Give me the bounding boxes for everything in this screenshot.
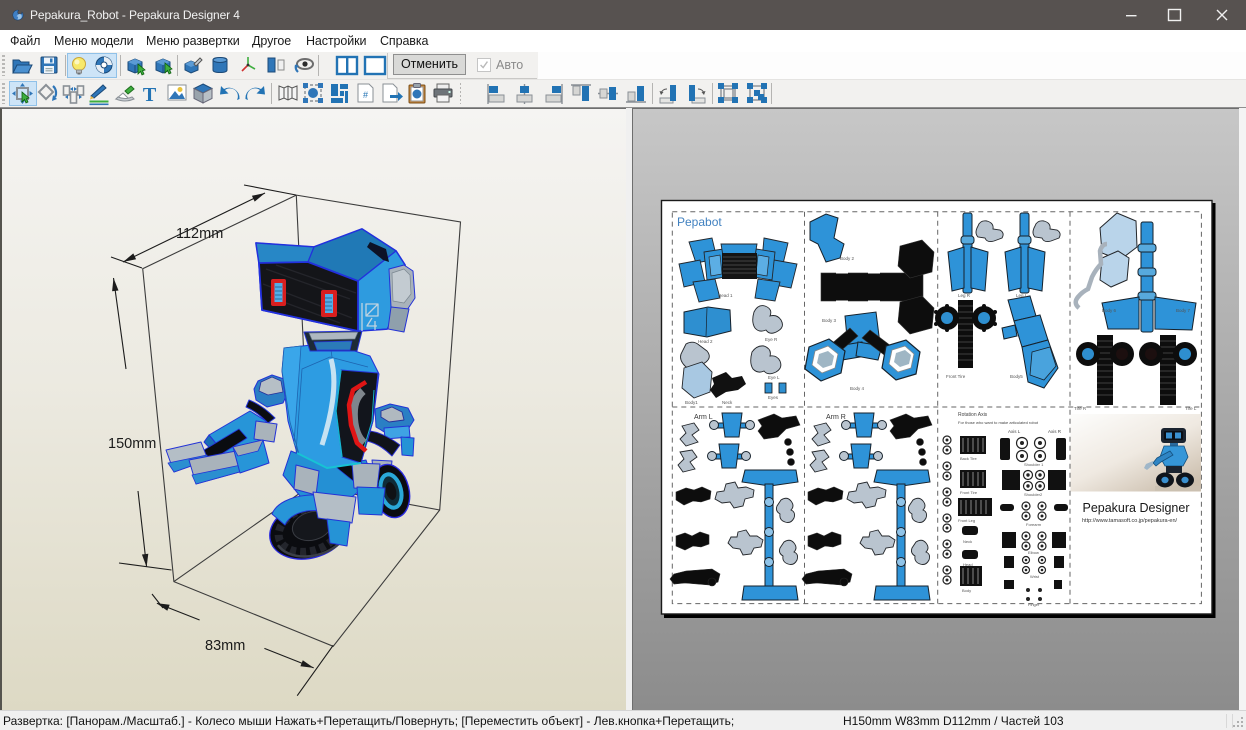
svg-text:Arm L: Arm L	[694, 414, 713, 421]
svg-text:Eye R: Eye R	[765, 337, 778, 342]
svg-text:Tire L: Tire L	[1185, 406, 1197, 411]
svg-text:Body 2: Body 2	[840, 256, 855, 261]
svg-text:Body 6: Body 6	[1102, 308, 1117, 313]
svg-text:Pepabot: Pepabot	[677, 215, 722, 229]
svg-text:Head: Head	[963, 562, 973, 567]
svg-text:Front Leg: Front Leg	[958, 518, 975, 523]
svg-text:Front Tire: Front Tire	[946, 374, 966, 379]
svg-text:T: T	[143, 84, 157, 106]
svg-text:Body1: Body1	[685, 400, 698, 405]
svg-text:Pepakura Designer: Pepakura Designer	[1082, 501, 1189, 515]
svg-text:Elbow: Elbow	[1028, 550, 1039, 555]
svg-text:Head 1: Head 1	[718, 293, 733, 298]
svg-text:Forearm: Forearm	[1026, 522, 1042, 527]
svg-text:Neck: Neck	[963, 539, 972, 544]
svg-text:Eye L: Eye L	[768, 375, 780, 380]
svg-text:Shoulder2: Shoulder2	[1024, 492, 1043, 497]
svg-text:Tire R: Tire R	[1074, 406, 1087, 411]
svg-text:Neck: Neck	[722, 400, 733, 405]
svg-text:Leg L: Leg L	[1016, 293, 1028, 298]
svg-text:Leg R: Leg R	[958, 293, 971, 298]
svg-text:150mm: 150mm	[108, 436, 156, 452]
svg-text:For those who want to make art: For those who want to make articulated r…	[958, 420, 1039, 425]
svg-text:Body 4: Body 4	[850, 386, 865, 391]
svg-text:Rotation Axis: Rotation Axis	[958, 412, 988, 418]
svg-text:Body: Body	[962, 588, 971, 593]
svg-text:Front Tire: Front Tire	[960, 490, 978, 495]
svg-text:Head 2: Head 2	[698, 339, 713, 344]
svg-text:Eyes: Eyes	[768, 395, 779, 400]
svg-text:Axis R: Axis R	[1048, 429, 1062, 434]
svg-text:83mm: 83mm	[205, 638, 245, 654]
svg-text:http://www.tamasoft.co.jp/pepa: http://www.tamasoft.co.jp/pepakura-en/	[1082, 518, 1178, 524]
svg-text:#: #	[363, 90, 368, 100]
svg-text:112mm: 112mm	[176, 226, 223, 242]
svg-text:Finger: Finger	[1028, 602, 1040, 607]
svg-text:Body5: Body5	[1010, 374, 1023, 379]
svg-text:Arm R: Arm R	[826, 414, 846, 421]
svg-text:Body 3: Body 3	[822, 318, 837, 323]
svg-text:Body 7: Body 7	[1176, 308, 1191, 313]
svg-text:Axis L: Axis L	[1008, 429, 1021, 434]
svg-text:Shoulder 1: Shoulder 1	[1024, 462, 1044, 467]
svg-text:Back Tire: Back Tire	[960, 456, 977, 461]
svg-text:Wrist: Wrist	[1030, 574, 1040, 579]
